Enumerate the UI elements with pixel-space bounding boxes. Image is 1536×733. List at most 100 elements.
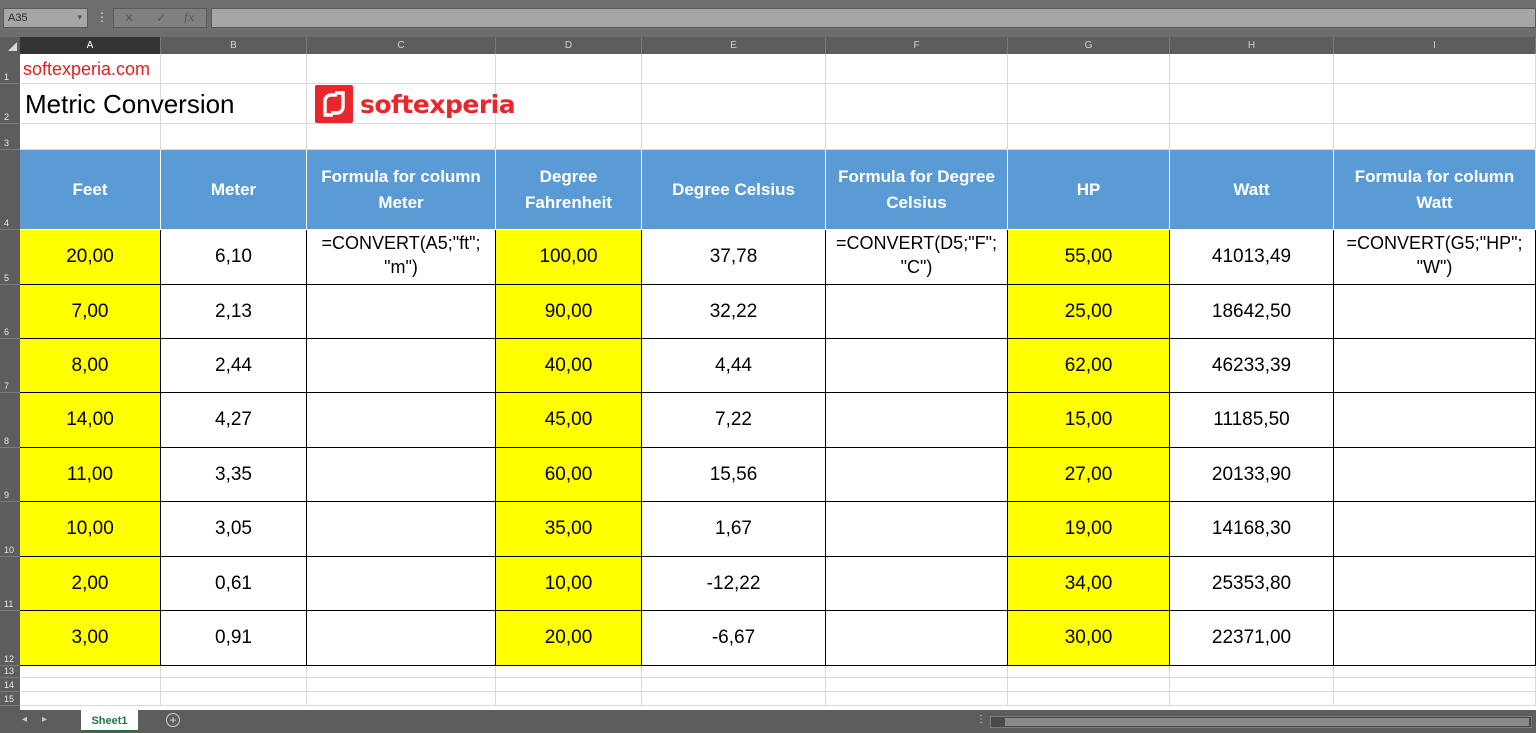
grid-cell[interactable] [496, 666, 642, 678]
sheet-tab[interactable]: Sheet1 [81, 710, 138, 732]
table-cell-fahrenheit[interactable]: 90,00 [496, 285, 642, 339]
grid-cell[interactable] [642, 54, 826, 84]
grid-cell[interactable] [1008, 54, 1170, 84]
row-header-7[interactable]: 7 [0, 339, 20, 393]
grid-cell[interactable] [826, 666, 1008, 678]
column-header-d[interactable]: D [496, 37, 642, 54]
formula-cell[interactable] [1334, 502, 1536, 557]
formula-cell[interactable]: =CONVERT(D5;"F"; "C") [826, 230, 1008, 285]
row-header-8[interactable]: 8 [0, 393, 20, 448]
table-cell-hp[interactable]: 15,00 [1008, 393, 1170, 448]
table-cell-meter[interactable]: 3,05 [161, 502, 307, 557]
table-header-cell[interactable]: HP [1008, 150, 1170, 230]
table-cell-watt[interactable]: 46233,39 [1170, 339, 1334, 393]
row-header-10[interactable]: 10 [0, 502, 20, 557]
scrollbar-thumb[interactable] [1005, 718, 1529, 726]
table-header-cell[interactable]: Degree Celsius [642, 150, 826, 230]
formula-cell[interactable] [1334, 557, 1536, 611]
formula-cell[interactable] [826, 393, 1008, 448]
grid-cell[interactable] [1170, 124, 1334, 150]
row-header-12[interactable]: 12 [0, 611, 20, 666]
cancel-icon[interactable]: ✕ [124, 11, 134, 25]
grid-cell[interactable] [20, 666, 161, 678]
grid-cell[interactable] [826, 124, 1008, 150]
grid-cell[interactable] [1008, 124, 1170, 150]
grid-cell[interactable] [1170, 666, 1334, 678]
enter-icon[interactable]: ✓ [156, 11, 166, 25]
row-header-6[interactable]: 6 [0, 285, 20, 339]
grid-cell[interactable] [307, 678, 496, 692]
grid-cell[interactable] [1334, 692, 1536, 706]
table-cell-fahrenheit[interactable]: 60,00 [496, 448, 642, 502]
row-header-11[interactable]: 11 [0, 557, 20, 611]
grid-cell[interactable] [496, 678, 642, 692]
grid-cell[interactable] [642, 678, 826, 692]
table-cell-feet[interactable]: 10,00 [20, 502, 161, 557]
row-header-2[interactable]: 2 [0, 84, 20, 124]
table-header-cell[interactable]: Formula for Degree Celsius [826, 150, 1008, 230]
grid-cell[interactable] [496, 692, 642, 706]
scroll-left-icon[interactable]: ◂ [22, 714, 27, 725]
column-header-a[interactable]: A [20, 37, 161, 54]
formula-cell[interactable]: =CONVERT(A5;"ft"; "m") [307, 230, 496, 285]
grid-cell[interactable] [161, 692, 307, 706]
table-cell-meter[interactable]: 3,35 [161, 448, 307, 502]
table-cell-hp[interactable]: 30,00 [1008, 611, 1170, 666]
select-all-button[interactable] [0, 37, 20, 54]
table-cell-hp[interactable]: 19,00 [1008, 502, 1170, 557]
grid-cell[interactable] [1170, 54, 1334, 84]
grid-cell[interactable] [307, 124, 496, 150]
table-cell-hp[interactable]: 25,00 [1008, 285, 1170, 339]
formula-cell[interactable] [307, 393, 496, 448]
worksheet-grid[interactable]: Feet Meter Formula for column Meter Degree … [20, 54, 1536, 710]
grid-cell[interactable] [642, 84, 826, 124]
table-cell-meter[interactable]: 2,44 [161, 339, 307, 393]
table-header-cell[interactable]: Watt [1170, 150, 1334, 230]
formula-cell[interactable] [826, 611, 1008, 666]
site-url[interactable]: softexperia.com [23, 59, 150, 80]
formula-cell[interactable] [826, 285, 1008, 339]
table-cell-celsius[interactable]: -12,22 [642, 557, 826, 611]
row-header-14[interactable]: 14 [0, 678, 20, 692]
table-cell-feet[interactable]: 8,00 [20, 339, 161, 393]
formula-cell[interactable]: =CONVERT(G5;"HP"; "W") [1334, 230, 1536, 285]
table-header-cell[interactable]: Degree Fahrenheit [496, 150, 642, 230]
table-cell-fahrenheit[interactable]: 20,00 [496, 611, 642, 666]
grid-cell[interactable] [20, 692, 161, 706]
column-header-h[interactable]: H [1170, 37, 1334, 54]
table-cell-fahrenheit[interactable]: 40,00 [496, 339, 642, 393]
grid-cell[interactable] [20, 678, 161, 692]
table-header-cell[interactable]: Formula for column Meter [307, 150, 496, 230]
grid-cell[interactable] [496, 124, 642, 150]
row-header-13[interactable]: 13 [0, 666, 20, 678]
formula-input[interactable] [211, 8, 1536, 28]
grid-cell[interactable] [307, 666, 496, 678]
table-cell-meter[interactable]: 0,91 [161, 611, 307, 666]
table-cell-feet[interactable]: 20,00 [20, 230, 161, 285]
scroll-right-icon[interactable]: ▸ [42, 714, 47, 725]
formula-cell[interactable] [1334, 393, 1536, 448]
column-header-f[interactable]: F [826, 37, 1008, 54]
grid-cell[interactable] [496, 84, 642, 124]
column-header-e[interactable]: E [642, 37, 826, 54]
table-cell-feet[interactable]: 14,00 [20, 393, 161, 448]
table-cell-watt[interactable]: 41013,49 [1170, 230, 1334, 285]
formula-cell[interactable] [826, 557, 1008, 611]
grid-cell[interactable] [826, 692, 1008, 706]
grid-cell[interactable] [1334, 678, 1536, 692]
grid-cell[interactable] [161, 666, 307, 678]
column-header-c[interactable]: C [307, 37, 496, 54]
grid-cell[interactable] [161, 54, 307, 84]
table-cell-feet[interactable]: 3,00 [20, 611, 161, 666]
grid-cell[interactable] [161, 678, 307, 692]
table-cell-meter[interactable]: 0,61 [161, 557, 307, 611]
tab-splitter-icon[interactable]: ⋮ [976, 714, 986, 725]
formula-cell[interactable] [1334, 339, 1536, 393]
formula-cell[interactable] [307, 285, 496, 339]
table-header-cell[interactable]: Formula for column Watt [1334, 150, 1536, 230]
table-cell-watt[interactable]: 18642,50 [1170, 285, 1334, 339]
table-cell-celsius[interactable]: 1,67 [642, 502, 826, 557]
table-cell-hp[interactable]: 34,00 [1008, 557, 1170, 611]
table-cell-fahrenheit[interactable]: 35,00 [496, 502, 642, 557]
row-header-9[interactable]: 9 [0, 448, 20, 502]
